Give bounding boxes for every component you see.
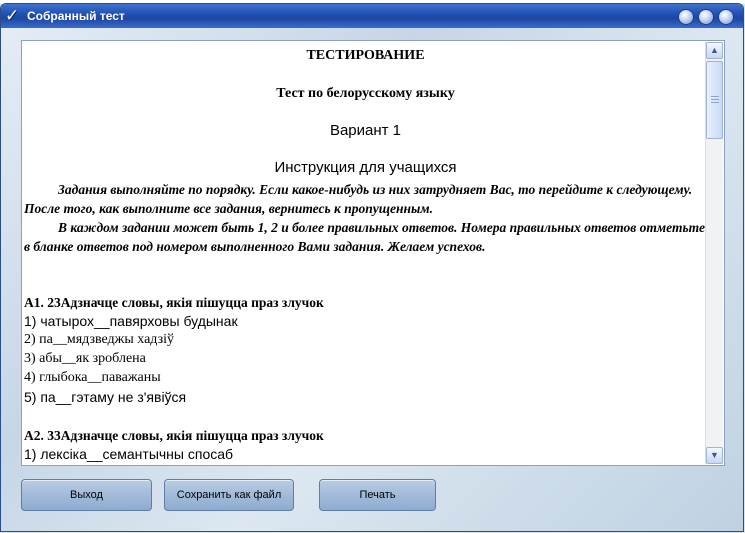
doc-variant: Вариант 1 (329, 122, 402, 139)
question-title: А1. 23Адзначце словы, якія пішуцца праз … (24, 295, 324, 310)
grip-line (711, 102, 719, 103)
scroll-up-arrow-icon[interactable]: ▲ (706, 42, 723, 59)
answer-option: 2) па__мядзведжы хадзіў (24, 332, 174, 347)
maximize-icon[interactable] (698, 9, 714, 25)
answer-option: 1) лексіка__семантычны спосаб (24, 446, 234, 462)
close-icon[interactable] (718, 9, 734, 25)
print-button[interactable]: Печать (319, 479, 436, 511)
instruction-paragraph-2: В каждом задании может быть 1, 2 и более… (24, 220, 705, 254)
exit-button[interactable]: Выход (21, 479, 152, 511)
minimize-icon[interactable] (678, 9, 694, 25)
grip-line (711, 99, 719, 100)
doc-heading: ТЕСТИРОВАНИЕ (306, 48, 425, 63)
vertical-scrollbar[interactable]: ▲ ▼ (705, 42, 723, 464)
scroll-thumb[interactable] (706, 61, 723, 139)
answer-option: 3) абы__як зроблена (24, 351, 146, 366)
save-as-file-button[interactable]: Сохранить как файл (164, 479, 294, 511)
question-title: А2. 33Адзначце словы, якія пішуцца праз … (24, 428, 324, 443)
window-title: Собранный тест (27, 9, 125, 23)
title-bar[interactable]: ✓ Собранный тест (1, 4, 743, 28)
grip-line (711, 96, 719, 97)
answer-option: 1) чатырох__павярховы будынак (24, 313, 238, 329)
document-content: ТЕСТИРОВАНИЕ Тест по белорусскому языку … (24, 43, 707, 463)
answer-option: 5) па__гэтаму не з'явіўся (24, 389, 187, 405)
document-viewer[interactable]: ТЕСТИРОВАНИЕ Тест по белорусскому языку … (21, 40, 725, 466)
scroll-down-arrow-icon[interactable]: ▼ (706, 447, 723, 464)
doc-subject: Тест по белорусскому языку (276, 86, 455, 101)
test-window: ✓ Собранный тест ТЕСТИРОВАНИЕ Тест по бе… (0, 3, 744, 532)
app-checkmark-icon: ✓ (5, 6, 20, 26)
instruction-paragraph-1: Задания выполняйте по порядку. Если како… (24, 182, 693, 216)
instruction-title: Инструкция для учащихся (274, 159, 457, 176)
answer-option: 4) глыбока__паважаны (24, 370, 161, 385)
